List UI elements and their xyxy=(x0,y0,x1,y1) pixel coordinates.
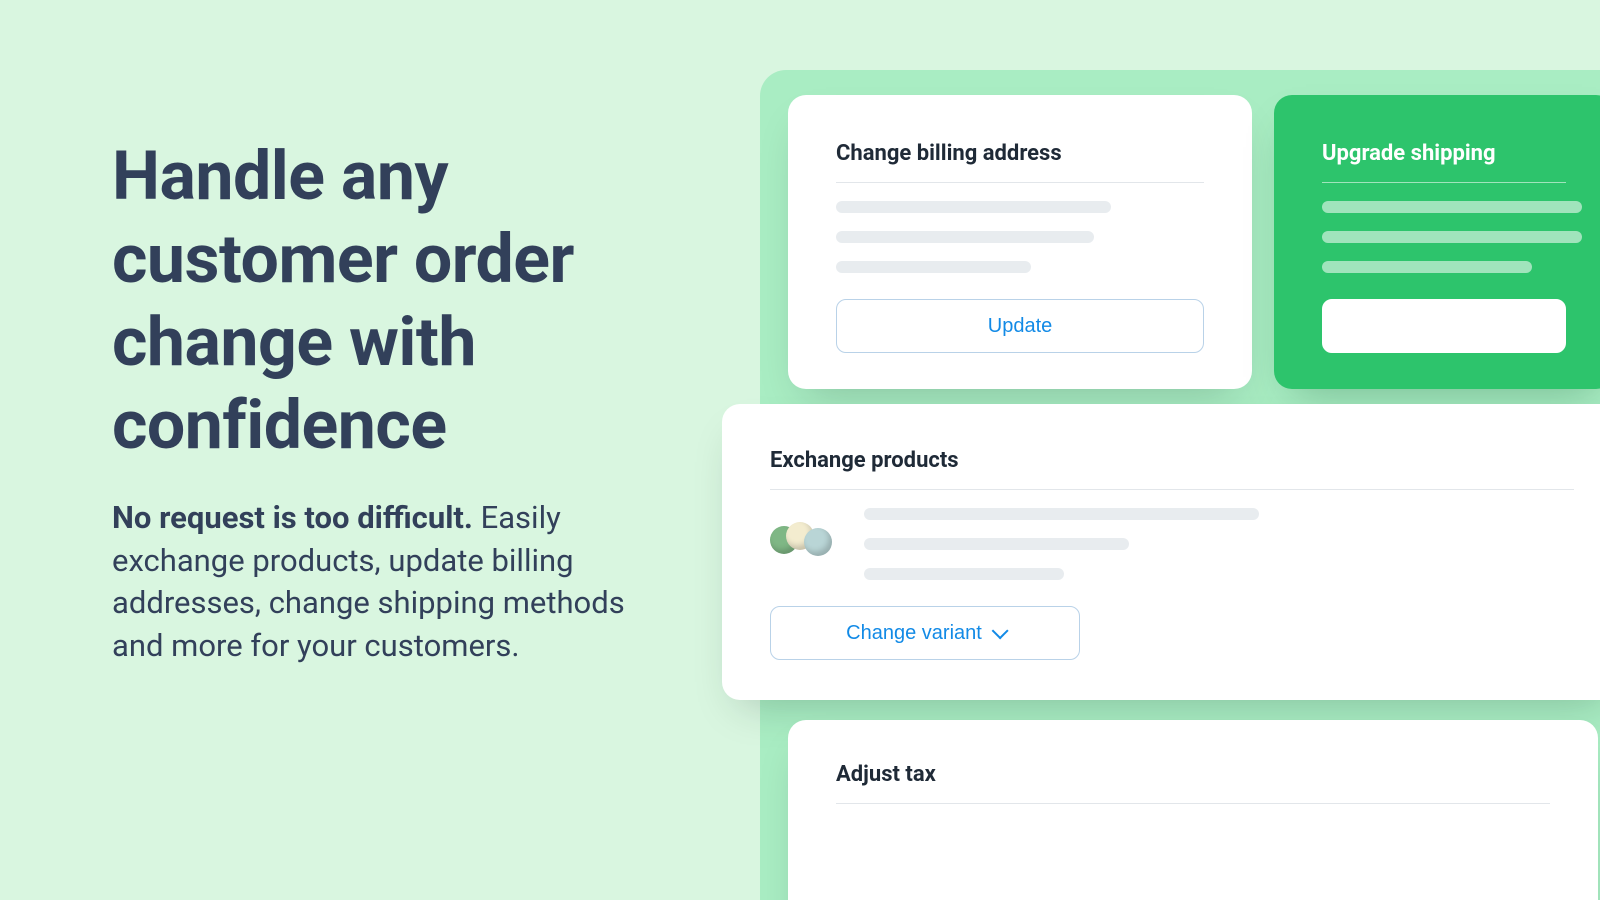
cards-stage: Change billing address Update Upgrade sh… xyxy=(760,70,1600,900)
skeleton-line xyxy=(864,568,1064,580)
shipping-cta-button[interactable] xyxy=(1322,299,1566,353)
card-change-billing: Change billing address Update xyxy=(788,95,1252,389)
skeleton-line xyxy=(864,538,1129,550)
card-title-shipping: Upgrade shipping xyxy=(1322,141,1566,166)
divider xyxy=(836,803,1550,804)
card-upgrade-shipping: Upgrade shipping xyxy=(1274,95,1600,389)
card-title-billing: Change billing address xyxy=(836,141,1204,166)
divider xyxy=(770,489,1574,490)
skeleton-line xyxy=(836,261,1031,273)
hero-subhead-lead: No request is too difficult. xyxy=(112,499,473,536)
product-ball-icon xyxy=(804,528,832,556)
skeleton-line xyxy=(1322,231,1582,243)
update-button-label: Update xyxy=(988,315,1053,338)
skeleton-line xyxy=(864,508,1259,520)
skeleton-line xyxy=(836,231,1094,243)
card-adjust-tax: Adjust tax xyxy=(788,720,1598,900)
change-variant-button[interactable]: Change variant xyxy=(770,606,1080,660)
hero-copy: Handle any customer order change with co… xyxy=(112,135,632,668)
change-variant-label: Change variant xyxy=(846,622,982,645)
card-exchange-products: Exchange products Change variant xyxy=(722,404,1600,700)
skeleton-line xyxy=(1322,261,1532,273)
skeleton-line xyxy=(1322,201,1582,213)
hero-subhead: No request is too difficult. Easily exch… xyxy=(112,497,632,668)
card-title-tax: Adjust tax xyxy=(836,762,1550,787)
skeleton-line xyxy=(836,201,1111,213)
product-thumbnail xyxy=(770,516,840,562)
divider xyxy=(1322,182,1566,183)
chevron-down-icon xyxy=(991,622,1008,639)
divider xyxy=(836,182,1204,183)
card-title-exchange: Exchange products xyxy=(770,448,1574,473)
hero-headline: Handle any customer order change with co… xyxy=(112,135,632,467)
update-button[interactable]: Update xyxy=(836,299,1204,353)
